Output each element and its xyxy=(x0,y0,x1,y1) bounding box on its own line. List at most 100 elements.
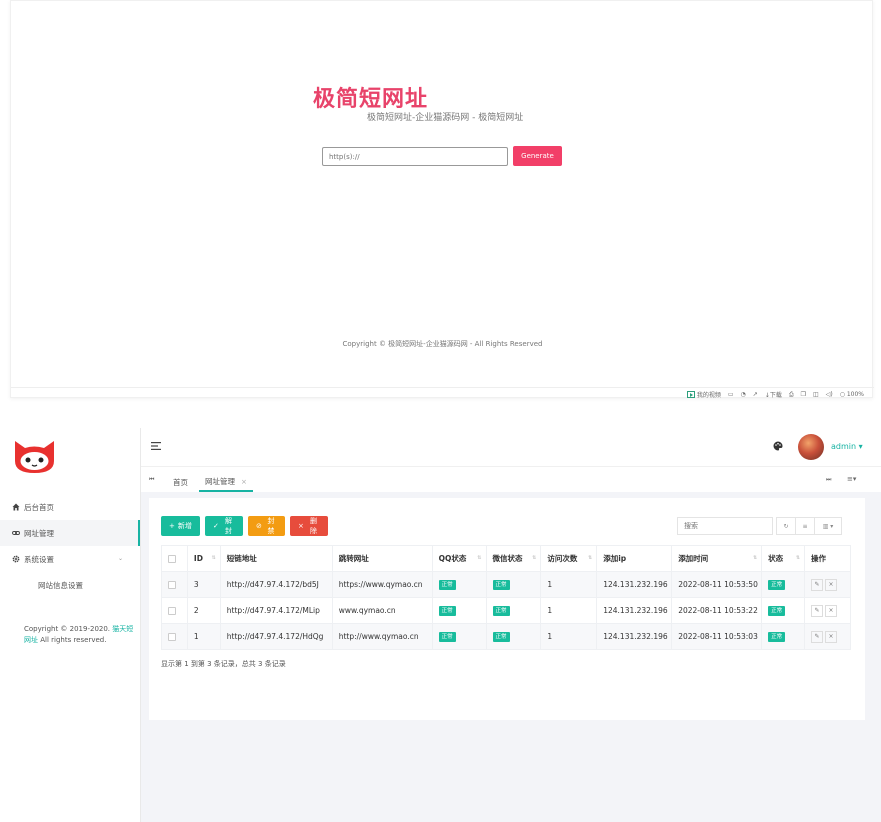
sort-icon: ⇅ xyxy=(532,555,537,561)
column-header[interactable]: 添加时间 ⇅ xyxy=(671,545,763,572)
tabs-bar: ⏮ 首页 网址管理 × ⏭ ≡▾ xyxy=(141,466,881,492)
table-row[interactable]: 2 http://d47.97.4.172/MLip www.qymao.cn … xyxy=(161,597,851,624)
sidebar-item-system-settings[interactable]: 系统设置 ⌄ xyxy=(0,546,140,572)
status-badge: 正常 xyxy=(768,580,786,590)
columns-icon[interactable]: ▥ ▾ xyxy=(814,517,842,535)
refresh-icon[interactable]: ↻ xyxy=(776,517,796,535)
sort-icon: ⇅ xyxy=(211,555,216,561)
window-icon[interactable]: ◫ xyxy=(813,391,819,398)
column-header[interactable]: ID ⇅ xyxy=(186,545,221,572)
table-toolbar: + 新增 ✓ 解封 ⊘ 封禁 × 删除 xyxy=(161,516,328,536)
status-badge: 正常 xyxy=(768,606,786,616)
url-input[interactable] xyxy=(322,147,508,166)
check-icon: ✓ xyxy=(213,522,219,530)
generate-button[interactable]: Generate xyxy=(513,146,562,166)
cell-short-url[interactable]: http://d47.97.4.172/MLip xyxy=(219,597,333,624)
cell-visits: 1 xyxy=(540,623,598,650)
toggle-view-icon[interactable]: ≡ xyxy=(795,517,815,535)
palette-icon[interactable] xyxy=(773,441,783,451)
volume-icon[interactable]: ◁) xyxy=(826,391,833,398)
copy-icon[interactable]: ❐ xyxy=(801,391,806,398)
sidebar-item-label: 系统设置 xyxy=(24,554,54,564)
cell-visits: 1 xyxy=(540,571,598,598)
cell-target-url[interactable]: http://www.qymao.cn xyxy=(331,623,433,650)
content-card: +新增 ✓解封 ⊘封禁 ×删除 ↻ ≡ ▥ ▾ ID⇅ 短链地址 跳转网址 xyxy=(149,498,865,720)
sort-icon: ⇅ xyxy=(588,555,593,561)
edit-icon[interactable]: ✎ xyxy=(811,578,824,591)
table-row[interactable]: 1 http://d47.97.4.172/HdQg http://www.qy… xyxy=(161,623,851,650)
row-checkbox[interactable] xyxy=(168,633,176,641)
delete-icon[interactable]: × xyxy=(825,630,838,643)
tab-url-management[interactable]: 网址管理 × xyxy=(199,473,253,492)
table-row[interactable]: 3 http://d47.97.4.172/bd5J https://www.q… xyxy=(161,571,851,598)
add-button[interactable]: + 新增 xyxy=(161,516,200,536)
column-header[interactable]: QQ状态 ⇅ xyxy=(431,545,487,572)
column-header[interactable]: 微信状态 ⇅ xyxy=(485,545,542,572)
delete-icon[interactable]: × xyxy=(825,578,838,591)
select-all-checkbox[interactable] xyxy=(168,555,176,563)
cell-short-url[interactable]: http://d47.97.4.172/bd5J xyxy=(219,571,333,598)
plus-icon: + xyxy=(169,522,175,530)
sidebar-item-url-management[interactable]: 网址管理 xyxy=(0,520,140,546)
search-input[interactable] xyxy=(677,517,773,535)
tab-home[interactable]: 首页 xyxy=(173,473,188,492)
close-icon: × xyxy=(298,522,304,530)
chat-icon[interactable]: ◔ xyxy=(741,391,746,398)
ban-button[interactable]: ⊘ 封禁 xyxy=(248,516,285,536)
browser-status-bar: 我的视频 ▭ ◔ ↗ ↓下载 ⎙ ❐ ◫ ◁) ○ 100% xyxy=(11,387,874,399)
screen-icon[interactable]: ▭ xyxy=(728,391,734,398)
share-icon[interactable]: ↗ xyxy=(753,391,758,398)
cell-time: 2022-08-11 10:53:50 xyxy=(671,571,763,598)
sidebar-item-dashboard[interactable]: 后台首页 xyxy=(0,494,140,520)
sort-icon: ⇅ xyxy=(752,555,758,561)
caret-down-icon: ▾ xyxy=(858,442,863,451)
cell-ip: 124.131.232.196 xyxy=(596,623,673,650)
wechat-status-badge: 正常 xyxy=(492,632,510,642)
tab-scroll-left-icon[interactable]: ⏮ xyxy=(149,476,154,484)
chevron-down-icon: ⌄ xyxy=(117,555,123,562)
cell-id: 2 xyxy=(186,597,221,624)
table-tool-buttons: ↻ ≡ ▥ ▾ xyxy=(776,517,842,535)
hamburger-menu-icon[interactable] xyxy=(151,442,161,450)
pagination-summary: 显示第 1 到第 3 条记录，总共 3 条记录 xyxy=(161,660,286,668)
zoom-level[interactable]: ○ 100% xyxy=(840,391,864,398)
cell-time: 2022-08-11 10:53:22 xyxy=(671,597,763,624)
cell-target-url[interactable]: www.qymao.cn xyxy=(331,597,433,624)
qq-status-badge: 正常 xyxy=(438,632,456,642)
avatar[interactable] xyxy=(798,434,824,460)
my-video-button[interactable]: 我的视频 xyxy=(686,390,721,399)
cell-ip: 124.131.232.196 xyxy=(596,571,673,598)
qq-status-badge: 正常 xyxy=(438,606,456,616)
edit-icon[interactable]: ✎ xyxy=(811,630,824,643)
top-header: admin ▾ xyxy=(141,428,881,466)
sort-icon: ⇅ xyxy=(477,555,482,561)
cell-target-url[interactable]: https://www.qymao.cn xyxy=(331,571,433,598)
cell-short-url[interactable]: http://d47.97.4.172/HdQg xyxy=(219,623,333,650)
gear-icon xyxy=(12,555,20,563)
row-checkbox[interactable] xyxy=(168,607,176,615)
print-icon[interactable]: ⎙ xyxy=(789,391,794,399)
close-icon[interactable]: × xyxy=(241,478,247,486)
column-header[interactable]: 访问次数 ⇅ xyxy=(540,545,598,572)
sort-icon: ⇅ xyxy=(795,555,801,561)
unban-button[interactable]: ✓ 解封 xyxy=(205,516,243,536)
sidebar-subitem-site-info[interactable]: 网站信息设置 xyxy=(0,572,140,598)
cell-time: 2022-08-11 10:53:03 xyxy=(671,623,763,650)
download-button[interactable]: ↓下载 xyxy=(765,390,782,399)
user-menu[interactable]: admin ▾ xyxy=(831,442,863,451)
wechat-status-badge: 正常 xyxy=(492,580,510,590)
sidebar-menu: 后台首页 网址管理 系统设置 ⌄ 网站信息设置 xyxy=(0,494,140,598)
delete-icon[interactable]: × xyxy=(825,604,838,617)
edit-icon[interactable]: ✎ xyxy=(811,604,824,617)
row-checkbox[interactable] xyxy=(168,581,176,589)
tab-scroll-right-icon[interactable]: ⏭ xyxy=(826,476,831,484)
select-all-header xyxy=(161,545,188,572)
delete-button[interactable]: × 删除 xyxy=(290,516,328,536)
tab-options-icon[interactable]: ≡▾ xyxy=(847,475,856,483)
column-header[interactable]: 状态 ⇅ xyxy=(761,545,806,572)
cell-visits: 1 xyxy=(540,597,598,624)
column-header: 操作 xyxy=(804,545,851,572)
home-icon xyxy=(12,503,20,511)
wechat-status-badge: 正常 xyxy=(492,606,510,616)
cell-id: 1 xyxy=(186,623,221,650)
